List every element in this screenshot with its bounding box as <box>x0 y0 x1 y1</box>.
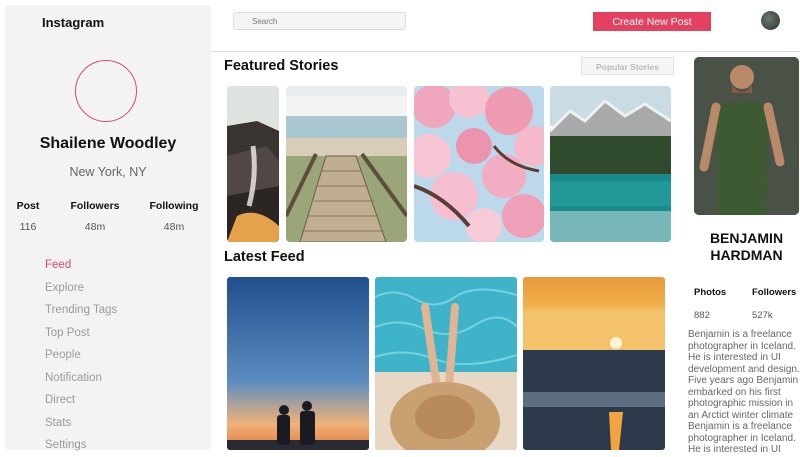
stat-post: Post 116 <box>13 200 43 233</box>
author-stat-photos: Photos 882 <box>694 287 726 321</box>
nav-item-top-post[interactable]: Top Post <box>45 322 117 345</box>
stat-label: Followers <box>752 287 797 298</box>
brand-logo[interactable]: Instagram <box>42 15 104 30</box>
stat-value: 116 <box>19 221 37 233</box>
nav-item-people[interactable]: People <box>45 344 117 367</box>
author-bio: Benjamin is a freelance photographer in … <box>688 329 800 455</box>
nav-item-trending-tags[interactable]: Trending Tags <box>45 299 117 322</box>
stat-label: Post <box>16 200 40 212</box>
cherry-blossom-photo <box>414 86 544 242</box>
profile-location: New York, NY <box>69 165 147 179</box>
latest-feed-title: Latest Feed <box>224 249 305 265</box>
sidebar: Instagram Shailene Woodley New York, NY … <box>5 5 211 451</box>
nav-item-notification[interactable]: Notification <box>45 367 117 390</box>
search-input[interactable] <box>233 12 406 30</box>
stat-value: 882 <box>694 310 710 321</box>
stat-label: Photos <box>694 287 727 298</box>
stat-value: 48m <box>163 221 185 233</box>
stat-value: 527k <box>752 310 773 321</box>
nav-item-settings[interactable]: Settings <box>45 434 117 457</box>
stat-value: 48m <box>84 221 106 233</box>
top-bar: Create New Post <box>212 0 800 52</box>
story-mountain-lake[interactable] <box>550 86 671 242</box>
ocean-sunset-photo <box>523 277 665 450</box>
story-cherry-blossom[interactable] <box>414 86 544 242</box>
feed-post-couple-sunset[interactable] <box>227 277 369 450</box>
nav-item-direct[interactable]: Direct <box>45 389 117 412</box>
couple-sunset-photo <box>227 277 369 450</box>
nav-item-stats[interactable]: Stats <box>45 412 117 435</box>
stat-label: Following <box>149 200 199 212</box>
nav-item-feed[interactable]: Feed <box>45 254 117 277</box>
pool-sunhat-photo <box>375 277 517 450</box>
feed-post-ocean-sunset[interactable] <box>523 277 665 450</box>
user-avatar[interactable] <box>761 11 780 30</box>
profile-name: Shailene Woodley <box>39 135 177 152</box>
author-portrait-photo <box>694 57 799 215</box>
featured-stories-title: Featured Stories <box>224 58 339 74</box>
author-photo[interactable] <box>694 57 799 215</box>
mountain-lake-photo <box>550 86 671 242</box>
stat-followers: Followers 48m <box>67 200 123 233</box>
author-stat-followers: Followers 527k <box>752 287 796 321</box>
rocky-waterfall-photo <box>227 86 279 242</box>
popular-stories-button[interactable]: Popular Stories <box>581 57 674 75</box>
story-rocky-waterfall[interactable] <box>227 86 279 242</box>
beach-boardwalk-photo <box>286 86 407 242</box>
profile-avatar[interactable] <box>75 60 137 122</box>
stat-label: Followers <box>70 200 120 212</box>
sidebar-nav: Feed Explore Trending Tags Top Post Peop… <box>45 254 117 457</box>
feed-post-pool-sunhat[interactable] <box>375 277 517 450</box>
story-beach-boardwalk[interactable] <box>286 86 407 242</box>
author-name: BENJAMIN HARDMAN <box>709 230 784 263</box>
create-post-button[interactable]: Create New Post <box>593 12 711 31</box>
nav-item-explore[interactable]: Explore <box>45 277 117 300</box>
stat-following: Following 48m <box>147 200 201 233</box>
